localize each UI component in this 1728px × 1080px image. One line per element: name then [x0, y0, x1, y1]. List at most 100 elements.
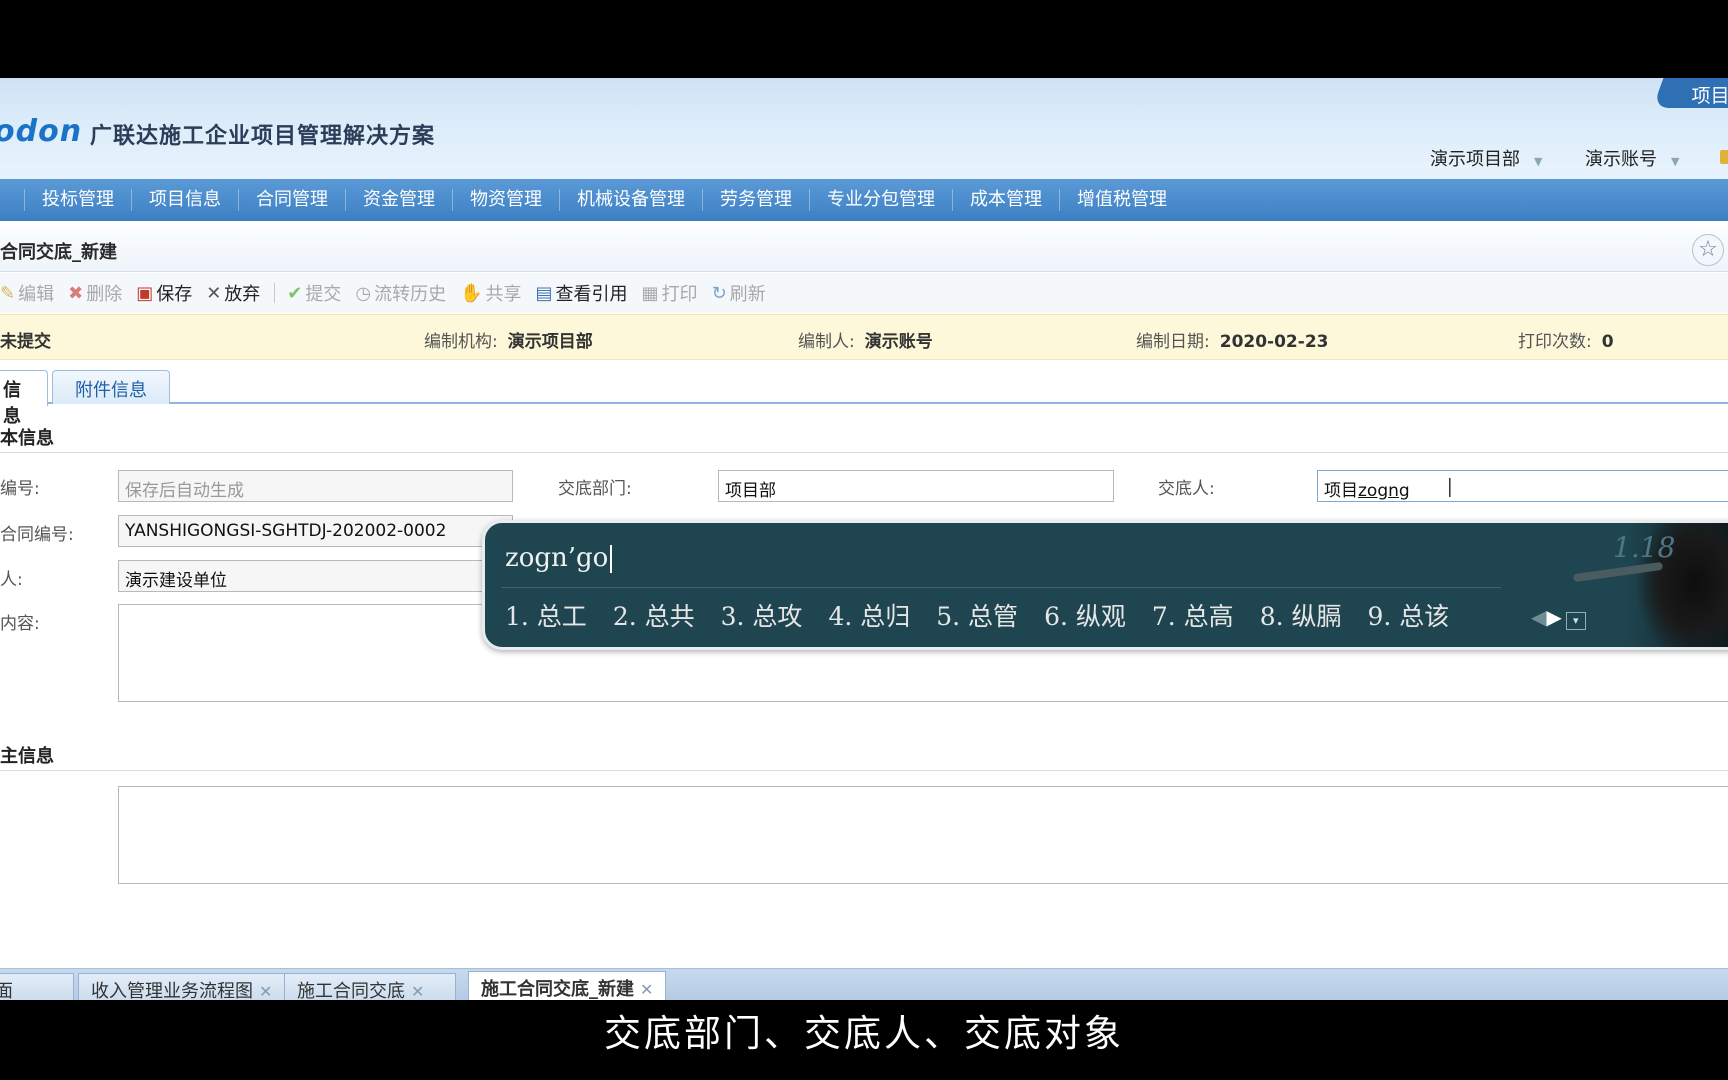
main-nav: 投标管理 项目信息 合同管理 资金管理 物资管理 机械设备管理 劳务管理 专业分…: [0, 179, 1728, 221]
ime-candidate[interactable]: 7. 总高: [1152, 597, 1234, 633]
edit-label: 编辑: [18, 284, 55, 305]
bottom-tab-label: 收入管理业务流程图: [91, 981, 253, 1000]
nav-item-machinery[interactable]: 机械设备管理: [559, 189, 702, 211]
nav-item-subcontract[interactable]: 专业分包管理: [809, 189, 952, 211]
refresh-icon: ↻: [711, 282, 727, 304]
check-icon: ✔: [287, 282, 303, 304]
project-corner-tab[interactable]: 项目: [1652, 78, 1728, 108]
form-tabs: 信息 附件信息: [0, 366, 1728, 427]
person-value-typed: zogng: [1358, 481, 1410, 501]
dept-label: 交底部门:: [558, 479, 632, 499]
bottom-tab-contract-disclosure[interactable]: 施工合同交底 ✕: [284, 973, 456, 1000]
remarks-textarea[interactable]: [118, 786, 1728, 884]
delete-label: 删除: [86, 284, 123, 305]
section-divider: [0, 770, 1728, 771]
toolbar: ✎ 编辑 ✖ 删除 ▣ 保存 ✕ 放弃 ✔ 提交 ◷ 流转历史 ✋ 共享 ▤ 查看引用 ▦ 打印 …: [0, 273, 1728, 313]
star-icon[interactable]: ☆: [1692, 234, 1724, 266]
contract-label: 合同编号:: [0, 525, 74, 545]
flow-history-button[interactable]: ◷ 流转历史: [355, 280, 446, 306]
refresh-button[interactable]: ↻ 刷新: [712, 280, 766, 306]
history-icon: ◷: [355, 282, 372, 304]
status-org: 编制机构: 演示项目部: [424, 332, 593, 352]
ime-page-nav: ◀▶ ▾: [1531, 605, 1586, 630]
section-basic-title: 本信息: [0, 428, 54, 449]
ime-divider: [501, 587, 1501, 588]
view-refs-label: 查看引用: [555, 284, 628, 305]
document-status-bar: 未提交 编制机构: 演示项目部 编制人: 演示账号 编制日期: 2020-02-23 …: [0, 314, 1728, 360]
dept-field[interactable]: 项目部: [718, 470, 1114, 502]
tab-basic-info[interactable]: 信息: [0, 370, 48, 427]
person-value-prefix: 项目: [1324, 481, 1358, 501]
prev-page-icon[interactable]: ◀: [1531, 605, 1546, 629]
person-field[interactable]: 项目zogng: [1317, 470, 1728, 502]
print-button[interactable]: ▦ 打印: [642, 280, 698, 306]
view-refs-button[interactable]: ▤ 查看引用: [536, 280, 628, 306]
bottom-tab-contract-disclosure-new[interactable]: 施工合同交底_新建 ✕: [468, 971, 667, 1000]
delete-button[interactable]: ✖ 删除: [68, 280, 122, 306]
discard-button[interactable]: ✕ 放弃: [206, 280, 260, 306]
ime-composition-text: zogn’go: [505, 543, 609, 573]
corner-tab-label: 项目: [1691, 85, 1728, 107]
nav-item-project-info[interactable]: 项目信息: [131, 189, 238, 211]
save-button[interactable]: ▣ 保存: [136, 280, 192, 306]
status-date: 编制日期: 2020-02-23: [1136, 332, 1329, 352]
tab-attachments[interactable]: 附件信息: [52, 370, 170, 404]
bottom-tab-label: 施工合同交底_新建: [481, 979, 634, 1000]
printer-icon: ▦: [641, 282, 659, 304]
status-state: 未提交: [0, 332, 51, 352]
application-window: odon 广联达施工企业项目管理解决方案 项目 演示项目部 ▼ 演示账号 ▼ 投标管…: [0, 78, 1728, 1000]
nav-item-vat[interactable]: 增值税管理: [1059, 189, 1184, 211]
bottom-tab-home[interactable]: 面: [0, 973, 74, 1000]
close-icon[interactable]: ✕: [640, 980, 653, 999]
ime-candidate[interactable]: 3. 总攻: [721, 597, 803, 633]
ime-candidate[interactable]: 8. 纵膈: [1260, 597, 1342, 633]
share-icon: ✋: [460, 282, 483, 304]
nav-item-funds[interactable]: 资金管理: [345, 189, 452, 211]
share-button[interactable]: ✋ 共享: [460, 280, 521, 306]
nav-item-contract[interactable]: 合同管理: [238, 189, 345, 211]
nav-item-labor[interactable]: 劳务管理: [702, 189, 809, 211]
dept-menu[interactable]: 演示项目部 ▼: [1430, 145, 1542, 171]
next-page-icon[interactable]: ▶: [1546, 605, 1561, 629]
logo: odon: [0, 114, 83, 149]
party-label: 人:: [0, 570, 23, 590]
ime-candidate[interactable]: 9. 总该: [1368, 597, 1450, 633]
chevron-down-icon: ▼: [1534, 155, 1543, 168]
tab-basic-label: 信息: [3, 380, 21, 427]
bottom-tab-income-flow[interactable]: 收入管理业务流程图 ✕: [78, 973, 286, 1000]
account-menu-label: 演示账号: [1585, 149, 1657, 170]
text-cursor-icon: I: [1446, 474, 1454, 504]
edit-button[interactable]: ✎ 编辑: [0, 280, 54, 306]
ime-candidate[interactable]: 4. 总归: [828, 597, 910, 633]
nav-item-materials[interactable]: 物资管理: [452, 189, 559, 211]
nav-item-cost[interactable]: 成本管理: [952, 189, 1059, 211]
submit-label: 提交: [305, 284, 342, 305]
status-author: 编制人: 演示账号: [798, 332, 933, 352]
ime-composition: zogn’go: [505, 543, 613, 573]
ime-candidate[interactable]: 1. 总工: [505, 597, 587, 633]
ime-candidate-list: 1. 总工 2. 总共 3. 总攻 4. 总归 5. 总管 6. 纵观 7. 总…: [505, 597, 1475, 633]
code-field[interactable]: 保存后自动生成: [118, 470, 513, 502]
ime-candidate[interactable]: 6. 纵观: [1044, 597, 1126, 633]
account-menu[interactable]: 演示账号 ▼: [1585, 145, 1679, 171]
save-label: 保存: [156, 284, 193, 305]
ime-candidate[interactable]: 2. 总共: [613, 597, 695, 633]
ime-candidate-popup: 1.18 zogn’go 1. 总工 2. 总共 3. 总攻 4. 总归 5. …: [482, 520, 1728, 650]
discard-label: 放弃: [224, 284, 261, 305]
party-field[interactable]: 演示建设单位: [118, 560, 513, 592]
expand-icon[interactable]: ▾: [1565, 612, 1586, 630]
submit-button[interactable]: ✔ 提交: [287, 280, 341, 306]
contract-field[interactable]: YANSHIGONGSI-SGHTDJ-202002-0002: [118, 515, 513, 547]
nav-item-bidding[interactable]: 投标管理: [24, 189, 131, 211]
close-icon[interactable]: ✕: [259, 982, 272, 1000]
document-icon: ▤: [535, 282, 553, 304]
dept-menu-label: 演示项目部: [1430, 149, 1520, 170]
app-header: odon 广联达施工企业项目管理解决方案 项目 演示项目部 ▼ 演示账号 ▼: [0, 78, 1728, 179]
close-icon[interactable]: ✕: [411, 982, 424, 1000]
ime-candidate[interactable]: 5. 总管: [936, 597, 1018, 633]
bottom-tab-strip: 面 收入管理业务流程图 ✕ 施工合同交底 ✕ 施工合同交底_新建 ✕: [0, 968, 1728, 1000]
page-title: 合同交底_新建: [0, 242, 117, 263]
content-label: 内容:: [0, 614, 40, 634]
page-title-bar: 合同交底_新建 ☆: [0, 228, 1728, 272]
settings-icon[interactable]: [1720, 150, 1728, 164]
